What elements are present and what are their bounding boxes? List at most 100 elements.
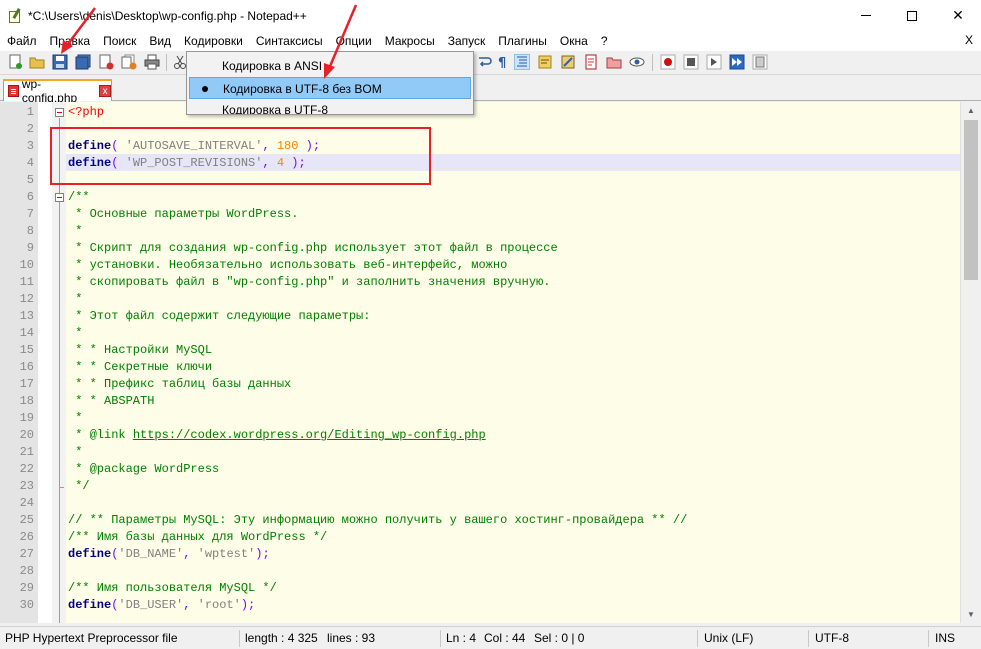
code-line[interactable]: * * Настройки MySQL — [68, 342, 212, 359]
print-button[interactable] — [144, 54, 160, 70]
code-line[interactable]: /** — [68, 189, 90, 206]
function-list-icon — [561, 55, 575, 69]
code-line[interactable]: */ — [68, 478, 89, 495]
scroll-down-arrow-icon[interactable]: ▼ — [961, 606, 981, 623]
open-folder-button[interactable] — [606, 54, 622, 70]
menu-encoding[interactable]: Кодировки — [177, 34, 249, 48]
maximize-icon — [907, 10, 917, 21]
play-macro-button[interactable] — [706, 54, 722, 70]
close-document-x[interactable]: X — [965, 33, 973, 47]
code-line[interactable]: * @package WordPress — [68, 461, 219, 478]
code-token: /** Имя базы данных для WordPress */ — [68, 530, 328, 544]
line-number: 5 — [26, 173, 34, 187]
code-line[interactable]: * — [68, 291, 82, 308]
menu-item-encode-utf8[interactable]: Кодировка в UTF-8 — [189, 99, 471, 114]
scrollbar-thumb[interactable] — [964, 120, 978, 280]
code-line[interactable]: * — [68, 444, 82, 461]
fold-toggle-icon[interactable] — [55, 193, 64, 202]
indent-guide-button[interactable] — [514, 54, 530, 70]
code-line[interactable]: * — [68, 325, 82, 342]
line-number: 15 — [19, 343, 34, 357]
close-file-icon — [99, 54, 114, 70]
line-number: 16 — [19, 360, 34, 374]
record-macro-button[interactable] — [660, 54, 676, 70]
code-line[interactable]: /** Имя пользователя MySQL */ — [68, 580, 277, 597]
code-token: * — [68, 445, 83, 459]
line-number: 3 — [26, 139, 34, 153]
minimize-button[interactable] — [843, 0, 889, 31]
line-number: 25 — [19, 513, 34, 527]
line-number: 28 — [19, 564, 34, 578]
stop-macro-button[interactable] — [683, 54, 699, 70]
code-line[interactable]: define('DB_USER', 'root'); — [68, 597, 255, 614]
vertical-scrollbar[interactable]: ▲ ▼ — [960, 102, 981, 623]
close-all-button[interactable] — [121, 54, 137, 70]
save-all-button[interactable] — [75, 54, 91, 70]
monitoring-button[interactable] — [629, 54, 645, 70]
code-line[interactable]: * * Секретные ключи — [68, 359, 212, 376]
show-all-chars-button[interactable]: ¶ — [494, 54, 510, 71]
status-eol[interactable]: Unix (LF) — [704, 631, 753, 645]
tab-close-icon[interactable]: x — [99, 85, 111, 97]
open-file-button[interactable] — [29, 54, 45, 70]
play-icon — [706, 54, 722, 70]
line-number: 1 — [26, 105, 34, 119]
code-token: /** — [68, 190, 90, 204]
code-line[interactable]: /** Имя базы данных для WordPress */ — [68, 529, 327, 546]
status-encoding[interactable]: UTF-8 — [815, 631, 849, 645]
line-number: 2 — [26, 122, 34, 136]
line-number: 18 — [19, 394, 34, 408]
code-line[interactable]: // ** Параметры MySQL: Эту информацию мо… — [68, 512, 687, 529]
folder-workspace-button[interactable] — [583, 54, 599, 70]
menu-macro[interactable]: Макросы — [378, 34, 441, 48]
fold-end-mark — [59, 487, 64, 488]
menu-run[interactable]: Запуск — [441, 34, 492, 48]
menu-window[interactable]: Окна — [553, 34, 594, 48]
line-number: 30 — [19, 598, 34, 612]
line-number: 21 — [19, 445, 34, 459]
code-line[interactable]: * Основные параметры WordPress. — [68, 206, 298, 223]
code-line[interactable]: <?php — [68, 104, 104, 121]
code-token: * установки. Необязательно использовать … — [68, 258, 508, 272]
code-line[interactable]: * * Префикс таблиц базы данных — [68, 376, 291, 393]
menu-help[interactable]: ? — [594, 34, 614, 48]
code-line[interactable]: * Этот файл содержит следующие параметры… — [68, 308, 370, 325]
toolbar: ¶ — [0, 51, 981, 75]
code-token: * — [68, 326, 83, 340]
close-file-button[interactable] — [98, 54, 114, 70]
doc-map-button[interactable] — [537, 54, 553, 70]
line-number: 12 — [19, 292, 34, 306]
unsaved-file-icon — [8, 85, 19, 97]
menu-view[interactable]: Вид — [142, 34, 177, 48]
code-line[interactable]: * — [68, 223, 82, 240]
close-button[interactable]: ✕ — [935, 0, 981, 31]
function-list-button[interactable] — [560, 54, 576, 70]
scroll-up-arrow-icon[interactable]: ▲ — [961, 102, 981, 119]
code-token: * — [68, 411, 83, 425]
close-icon: ✕ — [952, 7, 964, 23]
fold-toggle-icon[interactable] — [55, 108, 64, 117]
code-link[interactable]: https://codex.wordpress.org/Editing_wp-c… — [133, 428, 486, 442]
menu-plugins[interactable]: Плагины — [491, 34, 553, 48]
tab-wp-config[interactable]: wp-config.php x — [3, 77, 112, 105]
code-line[interactable]: * скопировать файл в "wp-config.php" и з… — [68, 274, 550, 291]
run-macro-multiple-button[interactable] — [729, 54, 745, 70]
code-token: 'wptest' — [197, 547, 256, 561]
line-number: 8 — [26, 224, 34, 238]
new-file-icon — [9, 54, 22, 69]
word-wrap-button[interactable] — [476, 54, 492, 70]
maximize-button[interactable] — [889, 0, 935, 31]
code-line[interactable]: * Скрипт для создания wp-config.php испо… — [68, 240, 558, 257]
code-line[interactable]: * — [68, 410, 82, 427]
save-button[interactable] — [52, 54, 68, 70]
code-line[interactable]: * установки. Необязательно использовать … — [68, 257, 507, 274]
code-line[interactable]: define('DB_NAME', 'wptest'); — [68, 546, 270, 563]
line-number: 23 — [19, 479, 34, 493]
menu-file[interactable]: Файл — [0, 34, 43, 48]
minimize-icon — [861, 15, 871, 16]
code-token: * @package WordPress — [68, 462, 220, 476]
code-line[interactable]: * @link https://codex.wordpress.org/Edit… — [68, 427, 486, 444]
save-macro-button[interactable] — [752, 54, 768, 70]
code-line[interactable]: * * ABSPATH — [68, 393, 154, 410]
new-file-button[interactable] — [7, 54, 23, 70]
